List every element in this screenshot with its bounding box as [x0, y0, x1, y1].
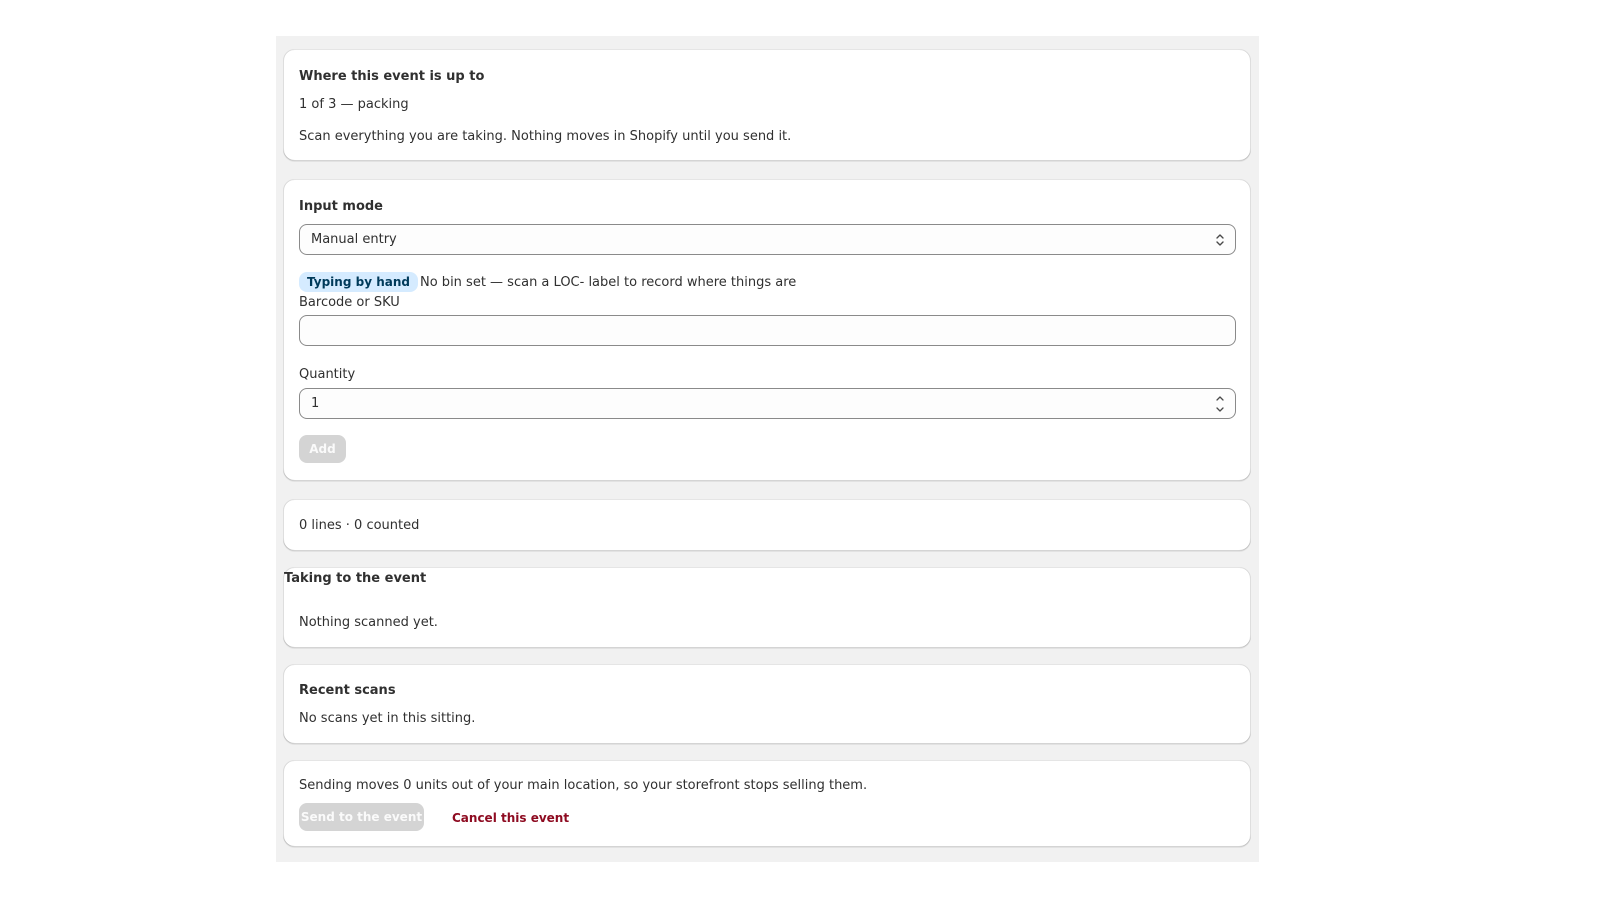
- mode-badge: Typing by hand: [299, 272, 418, 292]
- stepper-up-icon[interactable]: [1214, 394, 1226, 402]
- page-container: Where this event is up to 1 of 3 — packi…: [276, 36, 1259, 862]
- input-card: Input mode Manual entry Typing by hand N…: [283, 179, 1251, 481]
- add-button[interactable]: Add: [299, 435, 346, 463]
- taking-card: Taking to the event Nothing scanned yet.: [283, 567, 1251, 648]
- cancel-event-link[interactable]: Cancel this event: [452, 810, 569, 826]
- status-step: 1 of 3 — packing: [299, 97, 409, 112]
- status-description: Scan everything you are taking. Nothing …: [299, 129, 792, 144]
- taking-empty: Nothing scanned yet.: [299, 615, 438, 630]
- recent-empty: No scans yet in this sitting.: [299, 711, 476, 726]
- recent-heading: Recent scans: [299, 683, 396, 698]
- quantity-value: 1: [311, 396, 320, 411]
- summary-card: 0 lines · 0 counted: [283, 499, 1251, 551]
- send-note: Sending moves 0 units out of your main l…: [299, 778, 868, 793]
- summary-text: 0 lines · 0 counted: [299, 518, 420, 533]
- send-card: Sending moves 0 units out of your main l…: [283, 760, 1251, 847]
- taking-heading: Taking to the event: [284, 571, 427, 586]
- barcode-label: Barcode or SKU: [299, 295, 400, 310]
- input-mode-value: Manual entry: [311, 232, 397, 247]
- status-card: Where this event is up to 1 of 3 — packi…: [283, 49, 1251, 161]
- recent-card: Recent scans No scans yet in this sittin…: [283, 664, 1251, 744]
- input-mode-label: Input mode: [299, 199, 383, 214]
- input-mode-select[interactable]: Manual entry: [299, 224, 1236, 255]
- barcode-input[interactable]: [299, 315, 1236, 346]
- select-chevron-icon: [1216, 234, 1224, 246]
- status-heading: Where this event is up to: [299, 69, 485, 84]
- quantity-label: Quantity: [299, 367, 356, 382]
- stepper-down-icon[interactable]: [1214, 406, 1226, 414]
- quantity-stepper[interactable]: 1: [299, 388, 1236, 419]
- bin-status: No bin set — scan a LOC- label to record…: [420, 275, 797, 290]
- send-button[interactable]: Send to the event: [299, 803, 424, 831]
